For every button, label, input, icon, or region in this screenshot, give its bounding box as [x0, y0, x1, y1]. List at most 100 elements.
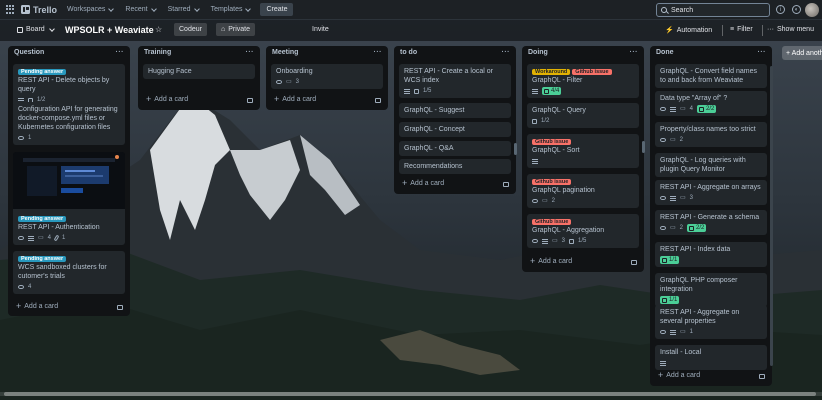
- card[interactable]: GraphQL - Convert field names to and bac…: [655, 64, 767, 88]
- list-header[interactable]: Training ···: [138, 46, 260, 61]
- divider: [762, 25, 763, 36]
- avatar[interactable]: [805, 3, 819, 17]
- search-placeholder: Search: [671, 6, 694, 14]
- show-menu-button[interactable]: ··· Show menu: [767, 26, 814, 33]
- invite-button[interactable]: Invite: [312, 26, 329, 33]
- label-github-issue[interactable]: Github issue: [532, 179, 572, 185]
- more-icon[interactable]: ···: [630, 49, 639, 61]
- add-card-button[interactable]: + Add a card: [402, 179, 444, 188]
- scrollbar[interactable]: [642, 141, 645, 153]
- template-icon[interactable]: [631, 260, 637, 265]
- card[interactable]: Github issue GraphQL pagination ▭ 2: [527, 174, 639, 208]
- card[interactable]: Github issue GraphQL - Aggregation ▭ 3 1/5: [527, 214, 639, 248]
- card[interactable]: Data type "Array of" ? ▭ 4 2/2: [655, 91, 767, 116]
- card[interactable]: GraphQL - Concept: [399, 122, 511, 137]
- add-card-label: Add a card: [282, 96, 317, 103]
- list-header[interactable]: Doing ···: [522, 46, 644, 61]
- board-view-icon: [17, 26, 23, 33]
- template-icon[interactable]: [247, 98, 253, 103]
- template-icon[interactable]: [117, 305, 123, 310]
- card[interactable]: Configuration API for generating docker-…: [13, 102, 125, 145]
- nav-starred[interactable]: Starred: [168, 5, 200, 13]
- more-icon[interactable]: ···: [758, 49, 767, 61]
- label-github-issue[interactable]: Github issue: [532, 139, 572, 145]
- add-card-button[interactable]: + Add a card: [16, 302, 58, 311]
- add-card-button[interactable]: + Add a card: [146, 95, 188, 104]
- checklist-complete-badge: 1/1: [660, 256, 680, 264]
- filter-button[interactable]: ≡ Filter: [730, 26, 753, 33]
- label-workaround[interactable]: Workaround: [532, 69, 571, 75]
- add-card-label: Add a card: [538, 258, 573, 265]
- watch-icon: [532, 239, 538, 243]
- card[interactable]: GraphQL PHP composer integration 1/1: [655, 273, 767, 307]
- more-icon[interactable]: ···: [246, 49, 255, 61]
- comment-icon: ▭: [552, 237, 558, 244]
- label-pending-answer[interactable]: Pending answer: [18, 256, 67, 262]
- card[interactable]: Install - Local: [655, 345, 767, 370]
- add-card-button[interactable]: + Add a card: [658, 371, 700, 380]
- template-icon[interactable]: [503, 182, 509, 187]
- horizontal-scrollbar-thumb[interactable]: [4, 392, 816, 396]
- more-icon[interactable]: ···: [116, 49, 125, 61]
- card[interactable]: REST API - Aggregate on arrays ▭ 3: [655, 180, 767, 205]
- card[interactable]: Recommendations: [399, 159, 511, 174]
- info-icon[interactable]: i: [776, 5, 785, 14]
- workspace-button[interactable]: Codeur: [174, 23, 207, 36]
- card[interactable]: Property/class names too strict ▭ 2: [655, 122, 767, 147]
- add-card-button[interactable]: + Add a card: [530, 257, 573, 266]
- scrollbar[interactable]: [770, 66, 773, 366]
- card[interactable]: REST API - Generate a schema ▭ 2 2/2: [655, 210, 767, 235]
- automation-label: Automation: [676, 26, 713, 34]
- search-input[interactable]: Search: [656, 3, 770, 17]
- card[interactable]: Github issue GraphQL - Sort: [527, 134, 639, 168]
- nav-templates[interactable]: Templates: [211, 5, 252, 13]
- card-title: Configuration API for generating docker-…: [18, 106, 118, 131]
- label-github-issue[interactable]: Github issue: [572, 69, 612, 75]
- label-github-issue[interactable]: Github issue: [532, 219, 572, 225]
- card[interactable]: Hugging Face: [143, 64, 255, 79]
- card[interactable]: Workaround Github issue GraphQL - Filter …: [527, 64, 639, 98]
- card[interactable]: REST API - Aggregate on several properti…: [655, 305, 767, 339]
- list-header[interactable]: Question ···: [8, 46, 130, 61]
- label-pending-answer[interactable]: Pending answer: [18, 216, 67, 222]
- add-card-button[interactable]: + Add a card: [274, 95, 317, 104]
- app-switcher-icon[interactable]: [6, 5, 15, 14]
- board-title[interactable]: WPSOLR + Weaviate: [65, 25, 154, 35]
- card[interactable]: Onboarding ▭ 3: [271, 64, 383, 89]
- card-title: WCS sandboxed clusters for cutomer's tri…: [18, 264, 107, 280]
- list-header[interactable]: to do ···: [394, 46, 516, 61]
- filter-icon: ≡: [730, 26, 735, 33]
- card[interactable]: GraphQL - Suggest: [399, 103, 511, 118]
- nav-workspaces[interactable]: Workspaces: [67, 5, 115, 13]
- board-view-switcher[interactable]: Board: [12, 23, 59, 36]
- star-icon[interactable]: ☆: [155, 25, 162, 34]
- trello-logo[interactable]: Trello: [21, 5, 57, 15]
- card[interactable]: Pending answer REST API - Delete objects…: [13, 64, 125, 107]
- nav-recent[interactable]: Recent: [125, 5, 157, 13]
- card[interactable]: REST API - Create a local or WCS index 1…: [399, 64, 511, 98]
- list-header[interactable]: Done ···: [650, 46, 772, 61]
- list-header[interactable]: Meeting ···: [266, 46, 388, 61]
- more-icon[interactable]: ···: [374, 49, 383, 61]
- card[interactable]: REST API - Index data 1/1: [655, 242, 767, 267]
- scrollbar[interactable]: [514, 143, 517, 155]
- comment-icon: ▭: [286, 78, 292, 85]
- visibility-button[interactable]: ⌂ Private: [216, 23, 256, 36]
- card[interactable]: GraphQL - Q&A: [399, 141, 511, 156]
- card-title: Onboarding: [276, 68, 313, 75]
- card-title: Data type "Array of" ?: [660, 95, 728, 102]
- template-icon[interactable]: [759, 374, 765, 379]
- comment-count: 2: [551, 197, 556, 204]
- list-title: Doing: [528, 49, 548, 56]
- add-another-list-button[interactable]: + Add another list: [782, 46, 822, 60]
- card[interactable]: Pending answer WCS sandboxed clusters fo…: [13, 251, 125, 294]
- more-icon[interactable]: ···: [502, 49, 511, 61]
- card[interactable]: Pending answer REST API - Authentication…: [13, 152, 125, 245]
- automation-button[interactable]: ⚡ Automation: [665, 26, 713, 35]
- label-pending-answer[interactable]: Pending answer: [18, 69, 67, 75]
- card[interactable]: GraphQL - Log queries with plugin Query …: [655, 153, 767, 177]
- create-button[interactable]: Create: [260, 3, 294, 16]
- template-icon[interactable]: [375, 98, 381, 103]
- card[interactable]: GraphQL - Query 1/2: [527, 103, 639, 128]
- theme-icon[interactable]: ◐: [792, 5, 801, 14]
